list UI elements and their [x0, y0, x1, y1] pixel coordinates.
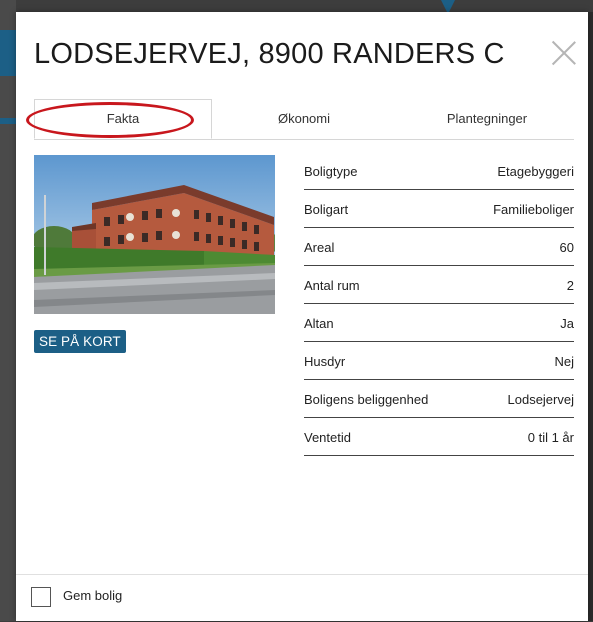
fact-label: Boligens beliggenhed — [304, 391, 429, 407]
modal-title: LODSEJERVEJ, 8900 RANDERS C — [34, 38, 505, 70]
save-home-label[interactable]: Gem bolig — [63, 588, 122, 603]
fact-value: Etagebyggeri — [497, 163, 574, 179]
fact-row-husdyr: Husdyr Nej — [304, 342, 574, 380]
fact-label: Areal — [304, 239, 335, 255]
background-edge — [588, 12, 593, 621]
fact-row-antal-rum: Antal rum 2 — [304, 266, 574, 304]
fact-value: 0 til 1 år — [527, 429, 574, 445]
fact-label: Altan — [304, 315, 334, 331]
fact-row-boligtype: Boligtype Etagebyggeri — [304, 152, 574, 190]
fact-label: Husdyr — [304, 353, 346, 369]
building-photo-illustration — [34, 155, 275, 314]
fact-row-boligart: Boligart Familieboliger — [304, 190, 574, 228]
fact-row-ventetid: Ventetid 0 til 1 år — [304, 418, 574, 456]
tab-fakta[interactable]: Fakta — [34, 99, 212, 139]
fact-label: Boligtype — [304, 163, 358, 179]
fact-value: 2 — [566, 277, 574, 293]
property-photo — [34, 155, 275, 314]
close-icon[interactable] — [551, 40, 577, 66]
fact-label: Ventetid — [304, 429, 351, 445]
fact-label: Antal rum — [304, 277, 360, 293]
save-home-checkbox[interactable] — [31, 587, 51, 607]
fact-row-areal: Areal 60 — [304, 228, 574, 266]
background-blue-chip — [0, 30, 16, 76]
fact-row-beliggenhed: Boligens beliggenhed Lodsejervej — [304, 380, 574, 418]
see-on-map-button[interactable]: SE PÅ KORT — [34, 330, 126, 353]
tab-bar: Fakta Økonomi Plantegninger — [34, 99, 574, 140]
fact-row-altan: Altan Ja — [304, 304, 574, 342]
fact-value: Familieboliger — [493, 201, 574, 217]
fact-value: Lodsejervej — [507, 391, 575, 407]
background-page — [0, 0, 16, 621]
fact-value: 60 — [559, 239, 574, 255]
facts-table: Boligtype Etagebyggeri Boligart Familieb… — [304, 152, 574, 456]
tab-plantegninger[interactable]: Plantegninger — [397, 99, 577, 139]
property-modal: LODSEJERVEJ, 8900 RANDERS C Fakta Økonom… — [16, 12, 588, 621]
modal-footer: Gem bolig — [16, 574, 588, 622]
fact-label: Boligart — [304, 201, 349, 217]
fact-value: Nej — [554, 353, 574, 369]
fact-value: Ja — [560, 315, 574, 331]
tab-okonomi[interactable]: Økonomi — [224, 99, 384, 139]
